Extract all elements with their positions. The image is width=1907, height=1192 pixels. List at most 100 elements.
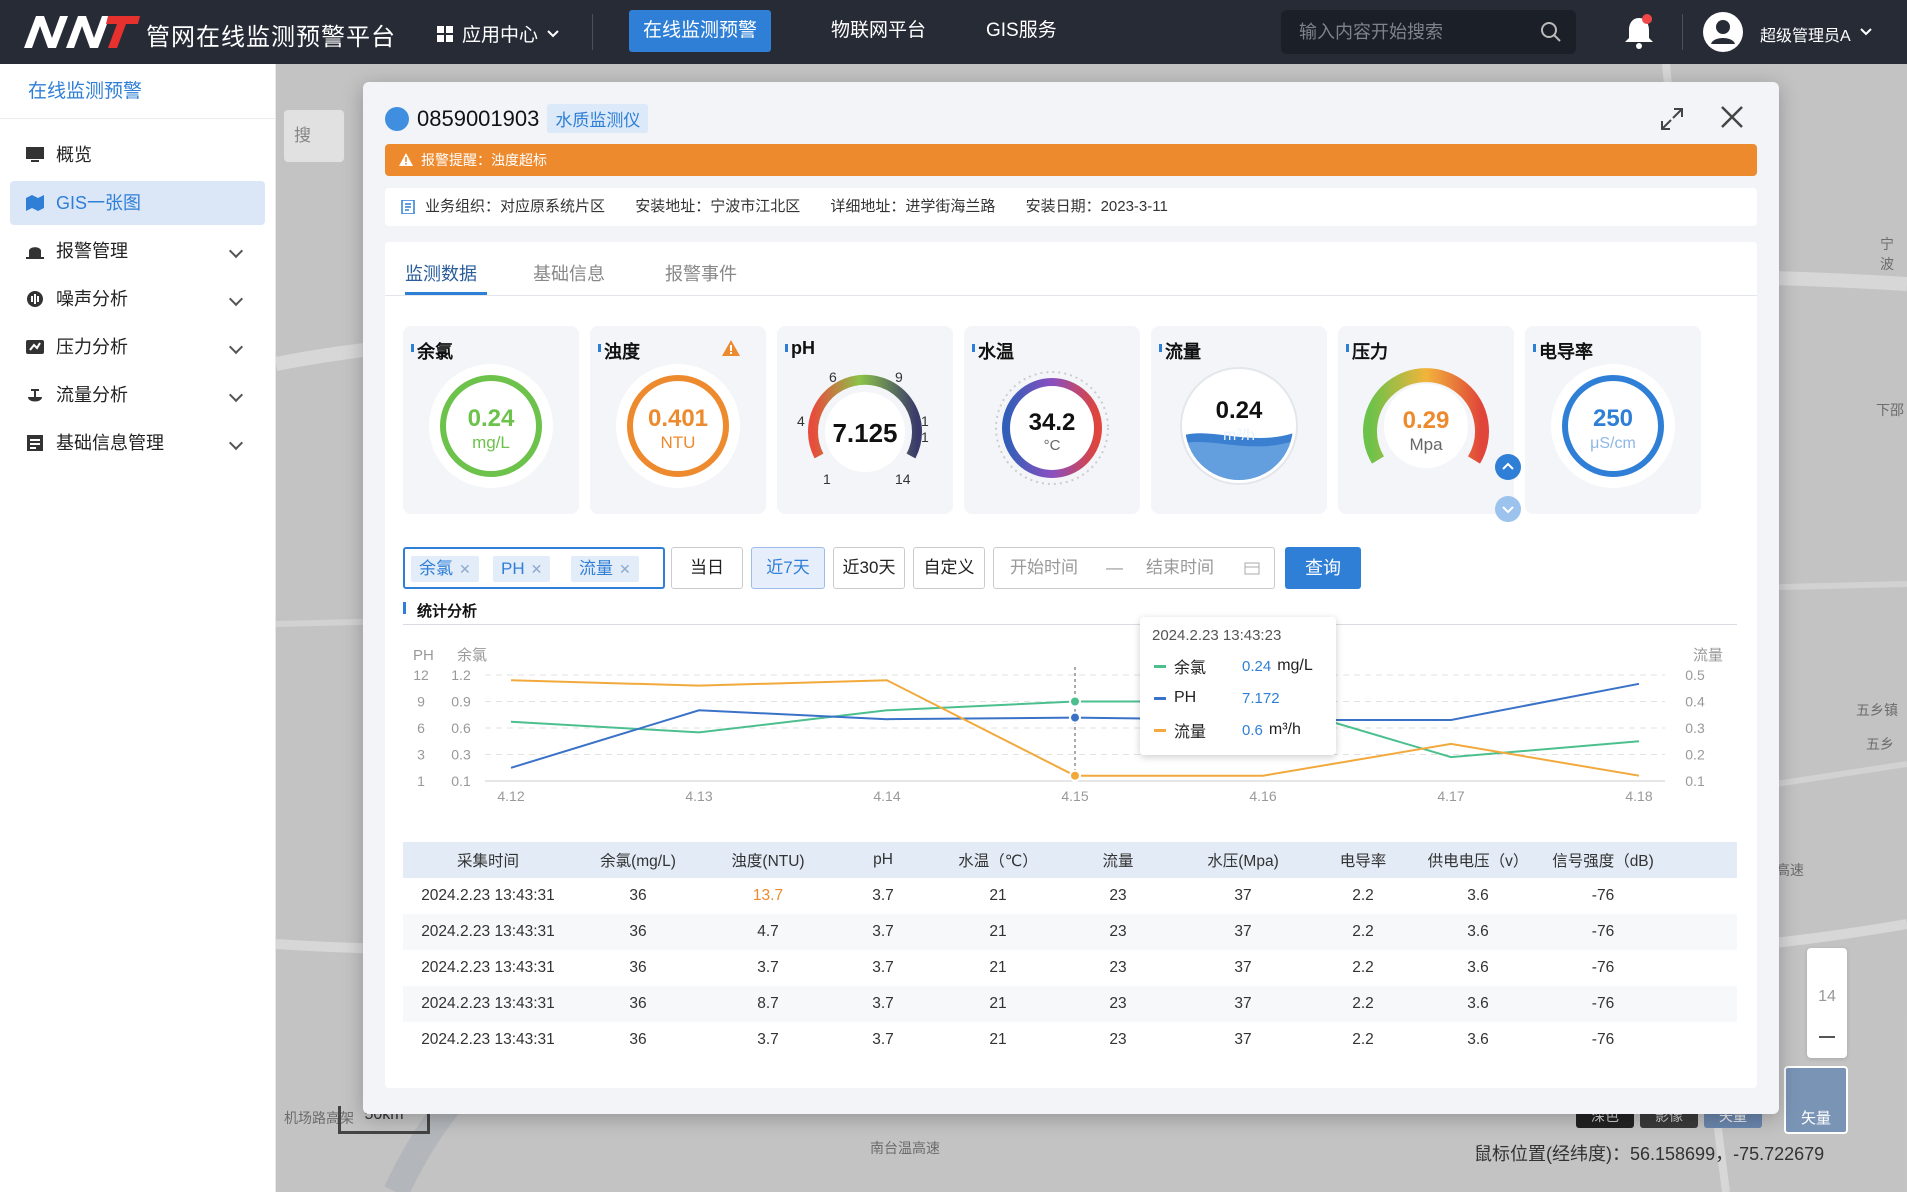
query-button[interactable]: 查询 <box>1285 547 1361 589</box>
table-cell: 3.6 <box>1467 959 1489 976</box>
close-icon[interactable]: ✕ <box>459 561 471 577</box>
x-tick-label: 4.17 <box>1437 788 1464 804</box>
app-center-menu[interactable]: 应用中心 <box>436 20 560 47</box>
global-search[interactable] <box>1281 10 1576 54</box>
table-cell: 36 <box>629 995 647 1012</box>
app-title: 管网在线监测预警平台 <box>146 24 396 51</box>
table-cell: 36 <box>629 1031 647 1048</box>
table-cell: 21 <box>989 887 1007 904</box>
device-dialog: 0859001903 水质监测仪 报警提醒：浊度超标 业务组织：对应原系统片区 … <box>363 82 1779 1114</box>
ph-gauge: 7.125 6 9 4 1 1 1 14 <box>797 369 929 487</box>
grid-icon <box>437 25 453 42</box>
nav-online-monitoring[interactable]: 在线监测预警 <box>629 10 772 52</box>
sidebar-item-pressure[interactable]: 压力分析 <box>10 325 265 369</box>
y-tick-label: 12 <box>413 667 429 683</box>
gauge-unit: NTU <box>661 433 696 452</box>
table-cell: 3.7 <box>872 887 894 904</box>
gauge-unit: μS/cm <box>1590 435 1636 452</box>
date-range-picker[interactable]: 开始时间 — 结束时间 <box>993 547 1275 589</box>
table-cell: -76 <box>1591 959 1615 976</box>
sidebar-item-noise[interactable]: 噪声分析 <box>10 277 265 321</box>
ph-tick: 14 <box>895 471 911 487</box>
column-header: 流量 <box>1102 853 1134 870</box>
range-30days-button[interactable]: 近30天 <box>833 547 905 589</box>
table-cell: 2024.2.23 13:43:31 <box>421 887 555 904</box>
sidebar-item-label: 概览 <box>56 145 92 165</box>
tab-monitoring-data[interactable]: 监测数据 <box>405 260 477 286</box>
zoom-control[interactable]: 14 <box>1807 948 1847 1058</box>
ph-tick: 1 <box>921 429 929 445</box>
close-icon[interactable] <box>1719 104 1745 130</box>
card-water-temp[interactable]: 水温 34.2 °C <box>964 326 1140 514</box>
conductivity-gauge: 250 μS/cm <box>1551 364 1675 488</box>
card-turbidity[interactable]: 浊度 0.401 NTU <box>590 326 766 514</box>
axis-label: PH <box>413 647 434 664</box>
filter-tag[interactable]: PH ✕ <box>493 556 551 582</box>
sidebar-item-basic-info[interactable]: 基础信息管理 <box>10 421 265 465</box>
close-icon[interactable]: ✕ <box>531 561 543 577</box>
metric-select[interactable]: 余氯 ✕ PH ✕ 流量 ✕ <box>403 547 665 589</box>
card-conductivity[interactable]: 电导率 250 μS/cm <box>1525 326 1701 514</box>
search-input[interactable] <box>1299 10 1529 54</box>
zoom-out-button[interactable] <box>1819 1036 1835 1038</box>
axis-label: 流量 <box>1693 647 1723 664</box>
tab-alarm-events[interactable]: 报警事件 <box>665 260 737 286</box>
start-time-input[interactable]: 开始时间 <box>1010 548 1078 588</box>
sidebar-item-label: 报警管理 <box>56 241 128 261</box>
trend-chart[interactable]: PH 余氯 流量 12 1.2 0.5 9 0.9 0.4 6 0.6 0.3 3 0.3 0.2 1 0… <box>403 634 1737 828</box>
data-point <box>1069 769 1081 782</box>
device-type-tag: 水质监测仪 <box>547 104 649 133</box>
table-cell: 4.7 <box>757 923 779 940</box>
table-cell: 37 <box>1234 959 1252 976</box>
sidebar-item-overview[interactable]: 概览 <box>10 133 265 177</box>
sidebar-item-flow[interactable]: 流量分析 <box>10 373 265 417</box>
filter-tag[interactable]: 余氯 ✕ <box>411 556 479 582</box>
avatar[interactable] <box>1703 12 1743 52</box>
table-cell: 2.2 <box>1352 1031 1374 1048</box>
range-custom-button[interactable]: 自定义 <box>913 547 985 589</box>
y-tick-label: 0.5 <box>1685 667 1705 683</box>
cards-scroll-up[interactable] <box>1495 454 1521 480</box>
section-title: 统计分析 <box>402 600 477 621</box>
card-pressure[interactable]: 压力 0.29 Mpa <box>1338 326 1514 514</box>
pressure-icon <box>26 340 44 354</box>
x-tick-label: 4.18 <box>1625 788 1652 804</box>
card-residual-chlorine[interactable]: 余氯 0.24 mg/L <box>403 326 579 514</box>
chevron-down-icon[interactable] <box>1860 28 1872 36</box>
filter-tag[interactable]: 流量 ✕ <box>571 556 639 582</box>
range-7days-button[interactable]: 近7天 <box>751 547 825 589</box>
cards-scroll-down[interactable] <box>1495 496 1521 522</box>
column-header: 供电电压（v） <box>1427 853 1529 870</box>
table-cell: 37 <box>1234 995 1252 1012</box>
warning-icon <box>399 153 413 166</box>
card-flow[interactable]: 流量 0.24 m³/h <box>1151 326 1327 514</box>
table-cell: -76 <box>1591 923 1615 940</box>
table-cell: 21 <box>989 959 1007 976</box>
close-icon[interactable]: ✕ <box>619 561 631 577</box>
search-icon[interactable] <box>1540 21 1562 43</box>
username[interactable]: 超级管理员A <box>1760 22 1851 46</box>
nav-gis-service[interactable]: GIS服务 <box>972 10 1071 52</box>
chart-tooltip: 2024.2.23 13:43:23 余氯 0.24 mg/L PH 7.172… <box>1140 617 1336 755</box>
expand-icon[interactable] <box>1659 106 1685 132</box>
card-ph[interactable]: pH 7.125 6 9 4 1 1 1 14 <box>777 326 953 514</box>
y-tick-label: 0.3 <box>1685 720 1705 736</box>
table-cell: 3.6 <box>1467 995 1489 1012</box>
table-cell: 3.7 <box>872 959 894 976</box>
end-time-input[interactable]: 结束时间 <box>1146 548 1214 588</box>
table-cell: 2.2 <box>1352 959 1374 976</box>
divider <box>592 14 593 50</box>
sidebar-item-alarm[interactable]: 报警管理 <box>10 229 265 273</box>
tooltip-row: 流量 0.6 m³/h <box>1154 719 1301 741</box>
table-cell: 37 <box>1234 1031 1252 1048</box>
y-tick-label: 6 <box>417 720 425 736</box>
nav-iot-platform[interactable]: 物联网平台 <box>817 10 940 52</box>
tab-basic-info[interactable]: 基础信息 <box>533 260 605 286</box>
calendar-icon[interactable] <box>1244 561 1260 575</box>
tab-bar: 监测数据 基础信息 报警事件 <box>385 242 1757 296</box>
range-today-button[interactable]: 当日 <box>671 547 743 589</box>
sidebar-item-gis[interactable]: GIS一张图 <box>10 181 265 225</box>
map-type-switch[interactable]: 矢量 <box>1784 1066 1848 1134</box>
legend-swatch <box>1154 696 1166 700</box>
tooltip-name: PH <box>1174 689 1197 706</box>
